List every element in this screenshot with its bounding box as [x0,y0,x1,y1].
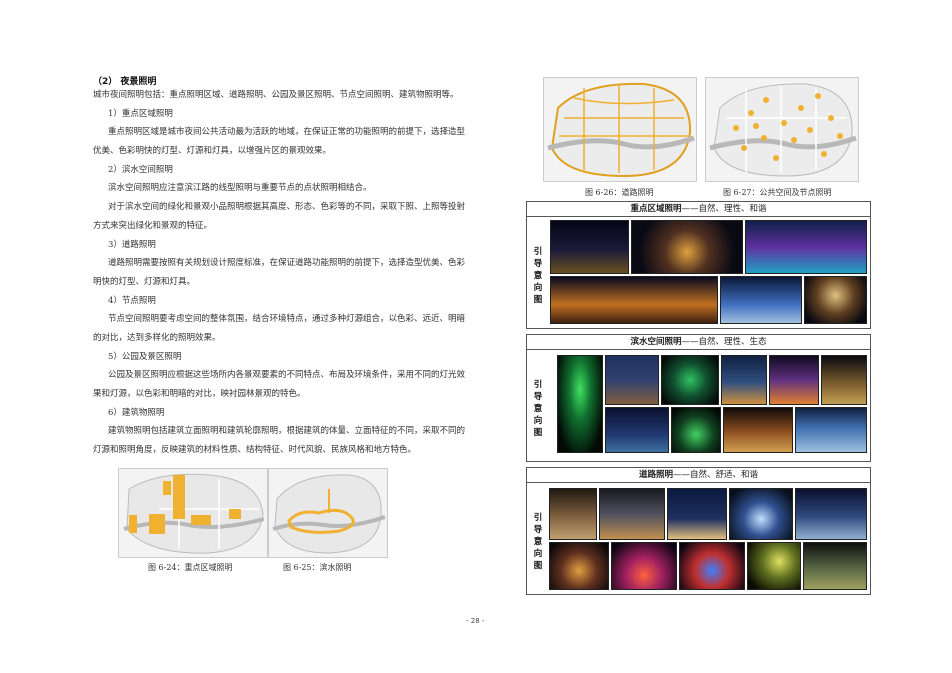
subheading-3: 3）道路照明 [108,240,156,250]
paragraph-intro: 城市夜间照明包括：重点照明区域、道路照明、公园及景区照明、节点空间照明、建筑物照… [93,90,459,100]
night-photo [667,488,727,540]
night-photo [679,542,745,590]
night-photo [720,276,802,324]
panel-title: 滨水空间照明——自然、理性、生态 [527,335,870,350]
night-photo [599,488,665,540]
panel-title-rest: ——自然、舒适、和谐 [673,470,759,480]
paragraph-3-line1: 道路照明需要按照有关规划设计照度标准，在保证道路功能照明的前提下，选择造型优美、… [108,258,466,268]
panel-title-rest: ——自然、理性、和谐 [681,204,767,214]
paragraph-6-line2: 灯源和照明角度，反映建筑的材料性质、结构特征、时代风貌、民族风格和地方特色。 [93,445,417,455]
night-photo [549,488,597,540]
night-photo [605,355,659,405]
night-photo [661,355,719,405]
panel-title: 重点区域照明——自然、理性、和谐 [527,202,870,217]
night-photo [747,542,801,590]
night-photo [631,220,743,274]
night-photo [605,407,669,453]
section-heading: （2） 夜景照明 [93,77,157,87]
night-photo [721,355,767,405]
panel-key-area-lighting: 重点区域照明——自然、理性、和谐 引导意向图 [526,201,871,329]
panel-title-main: 道路照明 [638,470,673,480]
caption-fig-6-24: 图 6-24：重点区域照明 [148,563,233,572]
night-photo [795,488,867,540]
paragraph-2-line1: 滨水空间照明应注意滨江路的线型照明与重要节点的点状照明相结合。 [108,183,372,193]
night-photo [550,220,629,274]
night-photo [729,488,793,540]
panel-title: 道路照明——自然、舒适、和谐 [527,468,870,483]
night-photo [745,220,867,274]
paragraph-5-line2: 果和灯源，以色彩和明暗的对比，映衬园林景观的特色。 [93,389,306,399]
paragraph-3-line2: 明快的灯型、灯源和灯具。 [93,277,196,287]
night-photo [821,355,867,405]
subheading-4: 4）节点照明 [108,296,156,306]
panel-title-rest: ——自然、理性、生态 [681,337,767,347]
night-photo [611,542,677,590]
night-photo [723,407,793,453]
paragraph-5-line1: 公园及景区照明应根据这些场所内各景观要素的不同特点、布局及环境条件，采用不同的灯… [108,370,466,380]
paragraph-6-line1: 建筑物照明包括建筑立面照明和建筑轮廓照明，根据建筑的体量、立面特征的不同，采取不… [108,426,466,436]
map-key-area-lighting [118,468,268,558]
night-photo [549,542,609,590]
night-photo [803,542,867,590]
panel-title-main: 滨水空间照明 [630,337,682,347]
paragraph-1-line2: 优美、色彩明快的灯型、灯源和灯具，以增强片区的景观效果。 [93,146,332,156]
caption-fig-6-27: 图 6-27：公共空间及节点照明 [723,188,832,197]
panel-title-main: 重点区域照明 [630,204,682,214]
paragraph-4-line1: 节点空间照明要考虑空间的整体氛围，结合环境特点，通过多种灯源组合，以色彩、远近、… [108,314,466,324]
panel-road-lighting: 道路照明——自然、舒适、和谐 引导意向图 [526,467,871,595]
subheading-5: 5）公园及景区照明 [108,352,182,362]
night-photo [795,407,867,453]
side-label: 引导意向图 [533,513,543,571]
paragraph-1-line1: 重点照明区域是城市夜间公共活动最为活跃的地域，在保证正常的功能照明的前提下，选择… [108,127,466,137]
night-photo [671,407,721,453]
caption-fig-6-25: 图 6-25：滨水照明 [283,563,352,572]
side-label: 引导意向图 [533,247,543,305]
paragraph-2-line3: 方式来突出绿化和景观的特征。 [93,221,213,231]
night-photo [550,276,718,324]
side-label: 引导意向图 [533,380,543,438]
map-waterfront-lighting [268,468,388,558]
paragraph-4-line2: 的对比，达到多样化的照明效果。 [93,333,221,343]
night-photo [804,276,867,324]
map-road-lighting [543,77,697,182]
map-public-space-lighting [705,77,859,182]
subheading-1: 1）重点区域照明 [108,109,173,119]
subheading-2: 2）滨水空间照明 [108,165,173,175]
caption-fig-6-26: 图 6-26：道路照明 [585,188,654,197]
night-photo [557,355,603,453]
night-photo [769,355,819,405]
paragraph-2-line2: 对于滨水空间的绿化和景观小品照明根据其高度、形态、色彩等的不同，采取下照、上照等… [108,202,466,212]
subheading-6: 6）建筑物照明 [108,408,165,418]
page-number: - 28 - [466,617,485,625]
panel-waterfront-lighting: 滨水空间照明——自然、理性、生态 引导意向图 [526,334,871,462]
